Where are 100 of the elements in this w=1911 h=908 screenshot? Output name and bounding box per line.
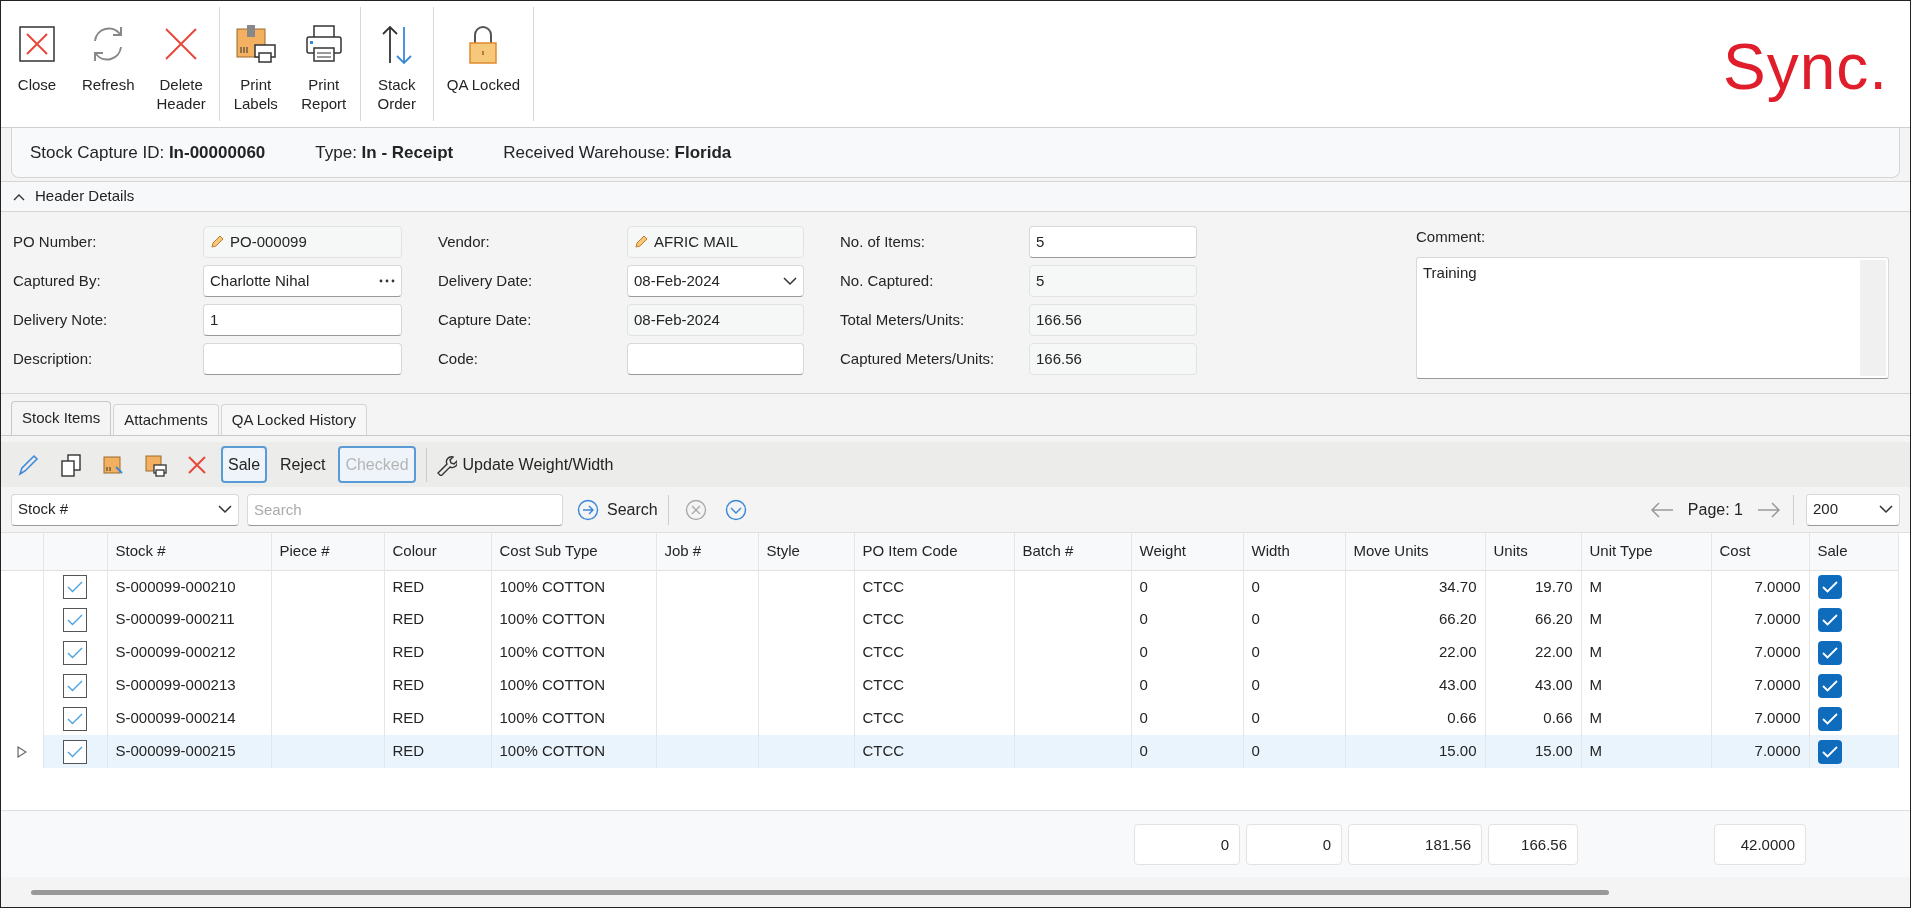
checkbox[interactable] <box>63 706 87 731</box>
toolbar-button[interactable]: Print Report <box>297 21 350 113</box>
previous-page-button[interactable] <box>1649 501 1674 518</box>
tab[interactable]: QA Locked History <box>220 404 367 435</box>
table-cell: RED <box>392 610 425 628</box>
toolbar-button[interactable]: Sale <box>221 446 268 483</box>
checkbox[interactable] <box>1817 574 1842 599</box>
pencil-icon <box>17 452 41 477</box>
table-cell: 0 <box>1251 610 1260 628</box>
toolbar-button[interactable]: Stack Order <box>370 21 423 113</box>
table-cell: CTCC <box>862 676 905 694</box>
chevron-down-icon <box>783 276 797 286</box>
arrow-left-icon <box>1649 501 1674 518</box>
input-field[interactable] <box>203 343 402 375</box>
column-header[interactable]: Colour <box>392 542 437 559</box>
column-header[interactable]: Cost Sub Type <box>499 542 598 559</box>
input-field[interactable]: 5 <box>1029 265 1197 297</box>
checkbox[interactable] <box>1817 607 1842 632</box>
checkbox[interactable] <box>63 640 87 665</box>
toolbar-button[interactable]: QA Locked <box>443 21 524 94</box>
toolbar-button[interactable]: Reject <box>273 446 333 483</box>
checkbox[interactable] <box>63 739 87 764</box>
table-cell: 100% COTTON <box>499 709 606 727</box>
search-field[interactable]: Search <box>247 493 563 526</box>
input-field[interactable]: 5 <box>1029 226 1197 258</box>
column-header[interactable]: Move Units <box>1353 542 1429 559</box>
table-cell: 7.0000 <box>1754 709 1801 727</box>
checkbox[interactable] <box>1817 739 1842 764</box>
checkmark-icon <box>67 580 83 593</box>
checkmark-icon <box>67 712 83 725</box>
input-field[interactable]: PO-000099 <box>203 226 402 258</box>
table-cell: 19.70 <box>1534 577 1573 595</box>
toolbar-button[interactable]: Close <box>11 21 63 94</box>
table-cell: 100% COTTON <box>499 577 606 595</box>
page-size-dropdown[interactable]: 200 <box>1806 493 1900 526</box>
search-button[interactable]: Search <box>577 494 669 525</box>
checkbox[interactable] <box>63 574 87 599</box>
next-page-button[interactable] <box>1757 501 1781 518</box>
input-field[interactable]: 166.56 <box>1029 304 1197 336</box>
scrollbar[interactable] <box>31 889 1609 895</box>
checkbox[interactable] <box>1817 673 1842 698</box>
tab[interactable]: Attachments <box>113 404 219 435</box>
tab[interactable]: Stock Items <box>11 401 112 435</box>
table-cell: 0 <box>1139 676 1148 694</box>
table-cell: M <box>1589 742 1602 760</box>
column-header[interactable]: Cost <box>1719 542 1751 559</box>
input-field[interactable]: 08-Feb-2024 <box>627 304 804 336</box>
field-label: Description: <box>13 348 94 369</box>
table-cell: 66.20 <box>1438 610 1477 628</box>
column-header[interactable]: Batch # <box>1022 542 1074 559</box>
column-header[interactable]: Unit Type <box>1589 542 1653 559</box>
chevron-down-icon <box>218 505 232 514</box>
input-field[interactable]: AFRIC MAIL <box>627 226 804 258</box>
table-cell: 7.0000 <box>1754 610 1801 628</box>
checkbox[interactable] <box>63 607 87 632</box>
checkmark-icon <box>1821 745 1838 758</box>
input-field[interactable]: 166.56 <box>1029 343 1197 375</box>
table-cell: CTCC <box>862 610 905 628</box>
scrollbar[interactable] <box>1860 259 1886 376</box>
info-text: Type: In - Receipt <box>315 141 454 164</box>
table-cell: RED <box>392 676 425 694</box>
column-header[interactable]: Weight <box>1139 542 1186 559</box>
toolbar-button[interactable]: Delete Header <box>153 21 209 113</box>
column-header[interactable]: Job # <box>664 542 702 559</box>
column-header[interactable]: PO Item Code <box>862 542 958 559</box>
field-label: No. of Items: <box>840 231 927 252</box>
box-printer-icon <box>143 452 167 477</box>
checkmark-icon <box>1821 580 1838 593</box>
toolbar-button[interactable]: Print Labels <box>229 21 282 113</box>
column-header[interactable]: Stock # <box>115 542 166 559</box>
column-header[interactable]: Width <box>1251 542 1290 559</box>
date-dropdown[interactable]: 08-Feb-2024 <box>627 265 804 297</box>
column-dropdown[interactable]: Stock # <box>11 493 239 526</box>
column-header[interactable]: Units <box>1493 542 1528 559</box>
field-label: PO Number: <box>13 231 98 252</box>
table-cell: 0 <box>1139 610 1148 628</box>
input-field[interactable]: 1 <box>203 304 402 336</box>
toolbar-button[interactable]: Refresh <box>79 21 138 94</box>
checkmark-icon <box>67 679 83 692</box>
column-header[interactable]: Sale <box>1817 542 1848 559</box>
input-field[interactable]: Charlotte Nihal <box>203 265 402 297</box>
chevron-down-icon <box>1879 505 1893 514</box>
table-cell: M <box>1589 577 1602 595</box>
update-button[interactable]: Update Weight/Width <box>425 447 614 482</box>
info-text: Stock Capture ID: In-00000060 <box>30 141 266 164</box>
column-header[interactable]: Piece # <box>279 542 330 559</box>
table-cell: RED <box>392 742 425 760</box>
section-header[interactable]: Header Details <box>1 181 1910 212</box>
column-header[interactable]: Style <box>766 542 800 559</box>
checkbox[interactable] <box>1817 640 1842 665</box>
input-field[interactable] <box>627 343 804 375</box>
comment-field[interactable]: Training <box>1416 256 1889 379</box>
table-cell: 0.66 <box>1543 709 1573 727</box>
table-cell: 0 <box>1251 676 1260 694</box>
checkbox[interactable] <box>1817 706 1842 731</box>
checkbox[interactable] <box>63 673 87 698</box>
field-label: Delivery Date: <box>438 270 534 291</box>
checkmark-icon <box>67 745 83 758</box>
expand-button[interactable] <box>724 498 747 521</box>
field-label: Capture Date: <box>438 309 533 330</box>
